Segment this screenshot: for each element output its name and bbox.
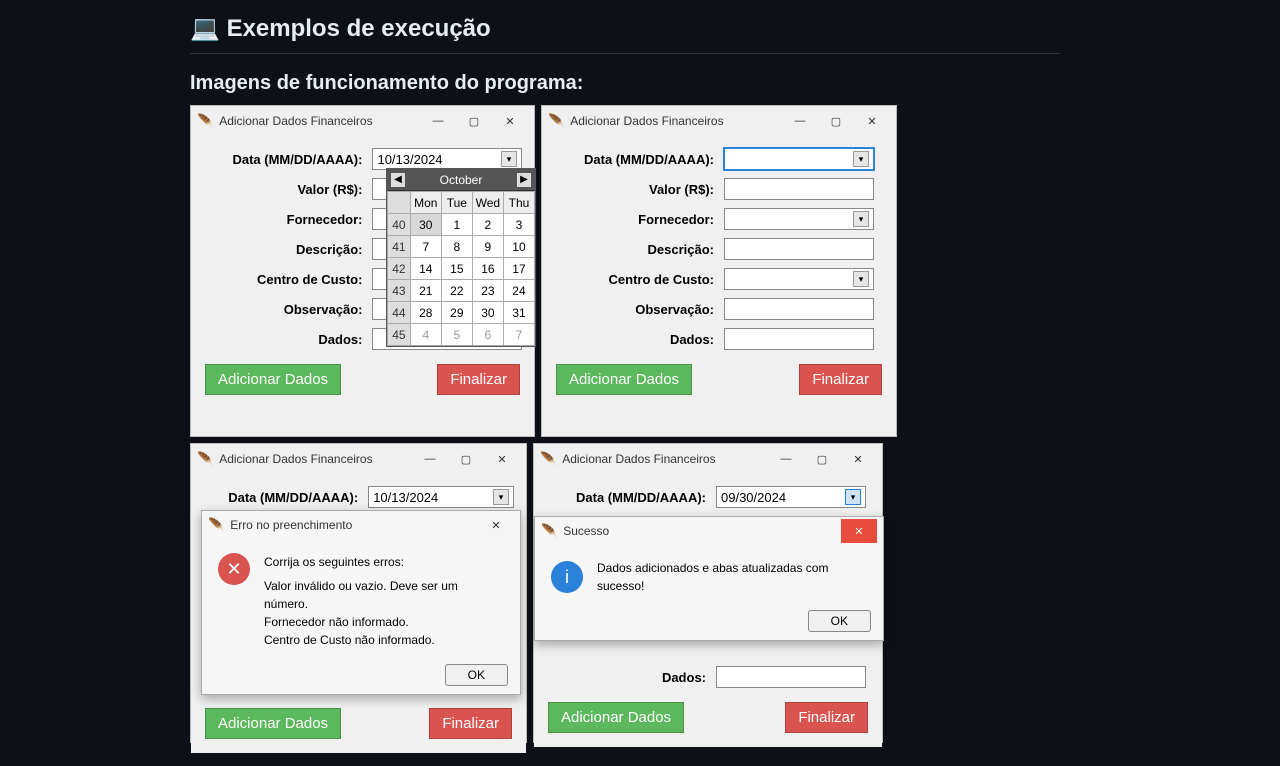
- calendar-prev-icon[interactable]: ◀: [391, 173, 405, 187]
- error-dialog: 🪶 Erro no preenchimento ✕ ✕ Corrija os s…: [201, 510, 521, 695]
- dialog-title: Erro no preenchimento: [230, 518, 352, 532]
- chevron-down-icon[interactable]: ▾: [853, 151, 869, 167]
- chevron-down-icon[interactable]: ▾: [853, 211, 869, 227]
- heading-text: Exemplos de execução: [227, 15, 491, 42]
- descricao-input[interactable]: [724, 238, 874, 260]
- app-icon: 🪶: [208, 517, 224, 533]
- subsection-heading: Imagens de funcionamento do programa:: [190, 72, 1060, 95]
- finalize-button[interactable]: Finalizar: [799, 364, 882, 395]
- minimize-button[interactable]: —: [412, 447, 448, 471]
- label-fornecedor: Fornecedor:: [203, 212, 372, 227]
- window-title: Adicionar Dados Financeiros: [562, 452, 715, 466]
- close-button[interactable]: ✕: [478, 513, 514, 537]
- calendar-popup[interactable]: ◀ October ▶ MonTueWedThu 4030123 4178910…: [386, 168, 536, 347]
- dados-input[interactable]: [716, 666, 866, 688]
- data-field[interactable]: 10/13/2024▾: [372, 148, 522, 170]
- chevron-down-icon[interactable]: ▾: [493, 489, 509, 505]
- app-icon: 🪶: [197, 451, 213, 467]
- label-observacao: Observação:: [203, 302, 372, 317]
- add-button[interactable]: Adicionar Dados: [205, 708, 341, 739]
- add-button[interactable]: Adicionar Dados: [548, 702, 684, 733]
- chevron-down-icon[interactable]: ▾: [853, 271, 869, 287]
- add-button[interactable]: Adicionar Dados: [205, 364, 341, 395]
- calendar-month: October: [440, 173, 483, 187]
- fornecedor-select[interactable]: ▾: [724, 208, 874, 230]
- close-button[interactable]: ✕: [840, 447, 876, 471]
- finalize-button[interactable]: Finalizar: [429, 708, 512, 739]
- maximize-button[interactable]: ▢: [448, 447, 484, 471]
- window-title: Adicionar Dados Financeiros: [219, 452, 372, 466]
- section-heading: 💻 Exemplos de execução: [190, 14, 1060, 54]
- success-dialog: 🪶 Sucesso ✕ i Dados adicionados e abas a…: [534, 516, 884, 641]
- window-title: Adicionar Dados Financeiros: [219, 114, 372, 128]
- dialog-text: Corrija os seguintes erros: Valor inváli…: [264, 553, 504, 649]
- label-valor: Valor (R$):: [203, 182, 372, 197]
- maximize-button[interactable]: ▢: [804, 447, 840, 471]
- laptop-icon: 💻: [190, 15, 220, 42]
- minimize-button[interactable]: —: [420, 109, 456, 133]
- app-icon: 🪶: [548, 113, 564, 129]
- observacao-input[interactable]: [724, 298, 874, 320]
- screenshot-window-2: 🪶 Adicionar Dados Financeiros — ▢ ✕ Data…: [541, 105, 897, 437]
- data-field[interactable]: 09/30/2024▾: [716, 486, 866, 508]
- titlebar: 🪶 Adicionar Dados Financeiros — ▢ ✕: [191, 106, 534, 136]
- window-title: Adicionar Dados Financeiros: [570, 114, 723, 128]
- close-button[interactable]: ✕: [484, 447, 520, 471]
- app-icon: 🪶: [197, 113, 213, 129]
- data-field[interactable]: 10/13/2024▾: [368, 486, 514, 508]
- maximize-button[interactable]: ▢: [456, 109, 492, 133]
- maximize-button[interactable]: ▢: [818, 109, 854, 133]
- finalize-button[interactable]: Finalizar: [785, 702, 868, 733]
- ok-button[interactable]: OK: [445, 664, 508, 686]
- label-data: Data (MM/DD/AAAA):: [203, 152, 372, 167]
- add-button[interactable]: Adicionar Dados: [556, 364, 692, 395]
- valor-input[interactable]: [724, 178, 874, 200]
- calendar-next-icon[interactable]: ▶: [517, 173, 531, 187]
- screenshot-window-1: 🪶 Adicionar Dados Financeiros — ▢ ✕ Data…: [190, 105, 535, 437]
- close-button[interactable]: ✕: [854, 109, 890, 133]
- app-icon: 🪶: [541, 523, 557, 539]
- label-dados: Dados:: [203, 332, 372, 347]
- chevron-down-icon[interactable]: ▾: [845, 489, 861, 505]
- dados-input[interactable]: [724, 328, 874, 350]
- minimize-button[interactable]: —: [782, 109, 818, 133]
- label-centro: Centro de Custo:: [203, 272, 372, 287]
- screenshot-window-3: 🪶 Adicionar Dados Financeiros — ▢ ✕ Data…: [190, 443, 527, 743]
- close-button[interactable]: ✕: [492, 109, 528, 133]
- chevron-down-icon[interactable]: ▾: [501, 151, 517, 167]
- ok-button[interactable]: OK: [808, 610, 871, 632]
- dialog-text: Dados adicionados e abas atualizadas com…: [597, 559, 867, 595]
- centro-select[interactable]: ▾: [724, 268, 874, 290]
- calendar-grid[interactable]: MonTueWedThu 4030123 4178910 4214151617 …: [387, 191, 535, 346]
- dialog-title: Sucesso: [563, 524, 609, 538]
- label-descricao: Descrição:: [203, 242, 372, 257]
- close-button[interactable]: ✕: [841, 519, 877, 543]
- screenshot-window-4: 🪶 Adicionar Dados Financeiros — ▢ ✕ Data…: [533, 443, 883, 743]
- minimize-button[interactable]: —: [768, 447, 804, 471]
- finalize-button[interactable]: Finalizar: [437, 364, 520, 395]
- error-icon: ✕: [218, 553, 250, 585]
- data-field[interactable]: ▾: [724, 148, 874, 170]
- info-icon: i: [551, 561, 583, 593]
- app-icon: 🪶: [540, 451, 556, 467]
